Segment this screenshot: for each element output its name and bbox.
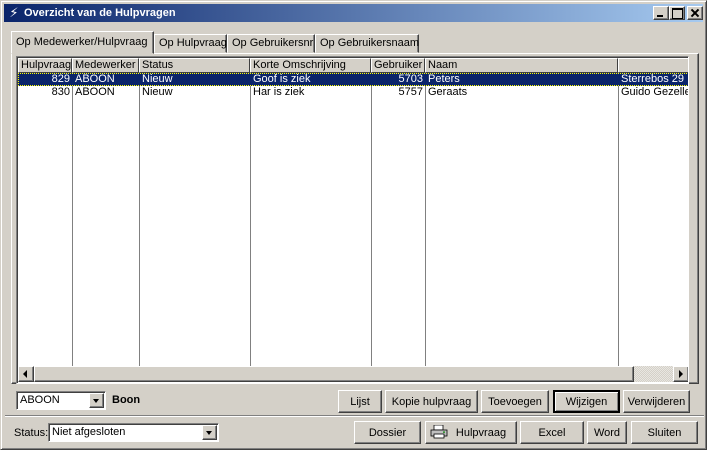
column-divider [371,72,372,367]
column-divider [618,72,619,367]
column-divider [250,72,251,367]
status-select[interactable]: Niet afgesloten [48,423,219,442]
horizontal-scrollbar[interactable] [18,366,688,382]
grid-header: Hulpvraag Medewerker Status Korte Omschr… [18,58,688,73]
cell-omschrijving: Har is ziek [253,86,305,98]
table-row[interactable]: 829 ABOON Nieuw Goof is ziek 5703 Peters… [18,73,688,86]
dossier-button[interactable]: Dossier [354,421,421,444]
chevron-down-icon[interactable] [89,393,104,408]
cell-gebruiker: 5757 [398,86,423,98]
column-header-adres[interactable] [618,58,688,73]
scroll-right-button[interactable] [673,366,688,382]
sluiten-button[interactable]: Sluiten [631,421,698,444]
column-header-naam[interactable]: Naam [425,58,618,73]
cell-naam: Peters [428,73,460,85]
word-button[interactable]: Word [587,421,627,444]
maximize-button[interactable] [669,6,685,20]
toevoegen-button[interactable]: Toevoegen [481,390,549,413]
excel-button[interactable]: Excel [520,421,584,444]
title-bar[interactable]: ⚡ Overzicht van de Hulpvragen [4,4,703,22]
kopie-hulpvraag-button[interactable]: Kopie hulpvraag [385,390,478,413]
wijzigen-button[interactable]: Wijzigen [553,390,620,413]
app-icon: ⚡ [9,5,19,20]
cell-adres: Sterrebos 29 [621,73,684,85]
column-header-hulpvraag[interactable]: Hulpvraag [18,58,72,73]
hulpvraag-print-label: Hulpvraag [455,426,507,439]
chevron-down-icon[interactable] [202,425,217,440]
tab-op-medewerker-hulpvraag[interactable]: Op Medewerker/Hulpvraag [11,31,154,54]
column-header-status[interactable]: Status [139,58,250,73]
status-select-value: Niet afgesloten [52,426,126,438]
lijst-button[interactable]: Lijst [338,390,382,413]
column-divider [139,72,140,367]
cell-naam: Geraats [428,86,468,98]
cell-hulpvraag: 830 [51,86,70,98]
cell-status: Nieuw [142,86,173,98]
tab-label: Op Gebruikersnaam [320,37,420,49]
tab-op-hulpvraag[interactable]: Op Hulpvraag [154,34,227,53]
tab-label: Op Gebruikersnr [232,37,314,49]
close-button[interactable] [687,6,703,20]
tab-label: Op Hulpvraag [159,37,227,49]
separator [5,415,704,417]
column-header-gebruiker[interactable]: Gebruiker [371,58,425,73]
main-window: ⚡ Overzicht van de Hulpvragen Op Medewer… [0,0,707,450]
medewerker-name: Boon [112,394,141,406]
hulpvragen-grid[interactable]: Hulpvraag Medewerker Status Korte Omschr… [16,56,689,384]
cell-omschrijving: Goof is ziek [253,73,311,85]
printer-icon [430,425,448,439]
cell-status: Nieuw [142,73,173,85]
status-label: Status: [14,427,49,439]
verwijderen-button[interactable]: Verwijderen [623,390,690,413]
cell-gebruiker: 5703 [398,73,423,85]
medewerker-select-value: ABOON [20,394,60,406]
table-row[interactable]: 830 ABOON Nieuw Har is ziek 5757 Geraats… [18,86,689,99]
cell-medewerker: ABOON [75,86,115,98]
hulpvraag-print-button[interactable]: Hulpvraag [425,421,517,444]
column-divider [425,72,426,367]
cell-medewerker: ABOON [75,73,115,85]
tab-op-gebruikersnaam[interactable]: Op Gebruikersnaam [315,34,419,53]
cell-hulpvraag: 829 [51,73,70,85]
tab-label: Op Medewerker/Hulpvraag [16,36,148,48]
cell-adres: Guido Gezelle [621,86,689,98]
column-header-korte-omschrijving[interactable]: Korte Omschrijving [250,58,371,73]
scroll-thumb[interactable] [34,366,634,382]
column-divider [72,72,73,367]
tab-op-gebruikersnr[interactable]: Op Gebruikersnr [227,34,315,53]
column-header-medewerker[interactable]: Medewerker [72,58,139,73]
medewerker-select[interactable]: ABOON [16,391,106,410]
window-title: Overzicht van de Hulpvragen [24,7,176,19]
minimize-button[interactable] [653,6,669,20]
scroll-left-button[interactable] [18,366,34,382]
